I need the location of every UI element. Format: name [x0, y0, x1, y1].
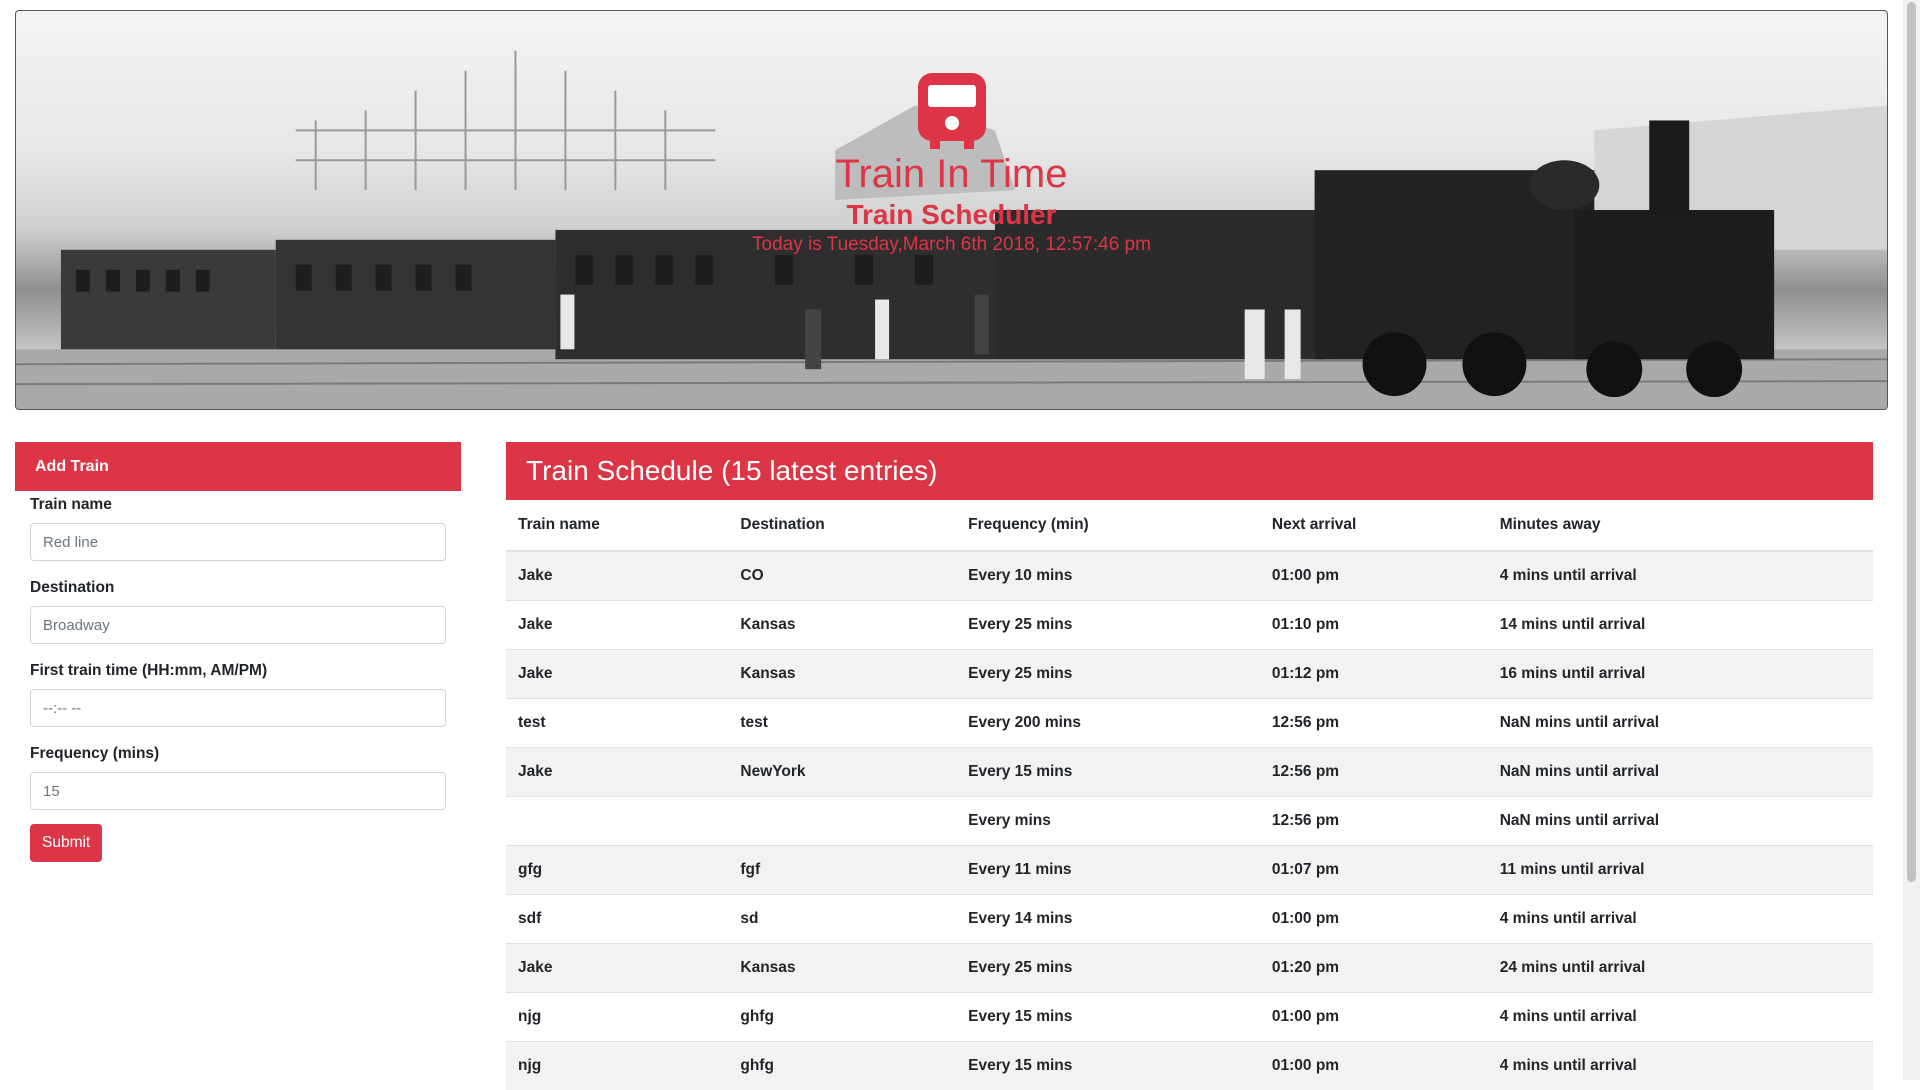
scrollbar-thumb[interactable]	[1907, 2, 1916, 882]
cell-train-name: test	[506, 697, 729, 747]
add-train-form: Train name Destination First train time …	[15, 496, 461, 862]
destination-label: Destination	[30, 579, 115, 596]
cell-minutes-away: NaN mins until arrival	[1487, 795, 1873, 845]
cell-frequency: Every mins	[956, 795, 1260, 845]
cell-destination: CO	[728, 550, 957, 600]
page-subtitle: Train Scheduler	[846, 199, 1057, 230]
cell-destination: test	[728, 697, 957, 747]
cell-destination: ghfg	[728, 991, 957, 1041]
frequency-input[interactable]	[30, 772, 446, 810]
table-row: njg ghfg Every 15 mins 01:00 pm 4 mins u…	[506, 991, 1873, 1041]
cell-next-arrival: 12:56 pm	[1259, 697, 1488, 747]
hero-banner: Train In Time Train Scheduler Today is T…	[15, 10, 1888, 410]
cell-frequency: Every 200 mins	[956, 697, 1260, 747]
cell-next-arrival: 01:10 pm	[1259, 599, 1488, 649]
cell-minutes-away: 14 mins until arrival	[1487, 599, 1873, 649]
table-row: gfg fgf Every 11 mins 01:07 pm 11 mins u…	[506, 844, 1873, 894]
page-title: Train In Time	[835, 152, 1068, 196]
cell-frequency: Every 15 mins	[956, 991, 1260, 1041]
cell-next-arrival: 01:00 pm	[1259, 1040, 1488, 1090]
cell-minutes-away: 4 mins until arrival	[1487, 1040, 1873, 1090]
cell-destination: Kansas	[728, 942, 957, 992]
table-row: Jake Kansas Every 25 mins 01:12 pm 16 mi…	[506, 648, 1873, 698]
column-header-train-name: Train name	[506, 500, 729, 552]
train-name-label: Train name	[30, 496, 112, 513]
hero-content: Train In Time Train Scheduler Today is T…	[16, 71, 1887, 256]
current-date-text: Today is Tuesday,March 6th 2018, 12:57:4…	[752, 233, 1151, 255]
cell-minutes-away: NaN mins until arrival	[1487, 697, 1873, 747]
cell-next-arrival: 12:56 pm	[1259, 746, 1488, 796]
cell-next-arrival: 12:56 pm	[1259, 795, 1488, 845]
cell-destination: sd	[728, 893, 957, 943]
table-row: Jake NewYork Every 15 mins 12:56 pm NaN …	[506, 746, 1873, 796]
cell-frequency: Every 15 mins	[956, 746, 1260, 796]
cell-next-arrival: 01:00 pm	[1259, 991, 1488, 1041]
cell-frequency: Every 10 mins	[956, 550, 1260, 600]
cell-train-name: njg	[506, 991, 729, 1041]
frequency-label: Frequency (mins)	[30, 745, 160, 762]
train-schedule-card: Train Schedule (15 latest entries) Train…	[506, 442, 1873, 1090]
cell-destination: Kansas	[728, 599, 957, 649]
submit-button[interactable]: Submit	[30, 824, 103, 862]
cell-destination: Kansas	[728, 648, 957, 698]
cell-train-name: Jake	[506, 550, 729, 600]
table-row: Jake Kansas Every 25 mins 01:10 pm 14 mi…	[506, 599, 1873, 649]
destination-input[interactable]	[30, 606, 446, 644]
table-row: test test Every 200 mins 12:56 pm NaN mi…	[506, 697, 1873, 747]
cell-next-arrival: 01:00 pm	[1259, 550, 1488, 600]
train-schedule-table: Train name Destination Frequency (min) N…	[506, 500, 1873, 1090]
cell-frequency: Every 14 mins	[956, 893, 1260, 943]
cell-train-name: Jake	[506, 648, 729, 698]
cell-minutes-away: 4 mins until arrival	[1487, 893, 1873, 943]
cell-minutes-away: 16 mins until arrival	[1487, 648, 1873, 698]
cell-train-name	[506, 795, 729, 845]
add-train-header: Add Train	[15, 442, 461, 491]
table-row: Jake Kansas Every 25 mins 01:20 pm 24 mi…	[506, 942, 1873, 992]
column-header-minutes-away: Minutes away	[1487, 500, 1873, 552]
cell-train-name: njg	[506, 1040, 729, 1090]
cell-train-name: gfg	[506, 844, 729, 894]
cell-frequency: Every 25 mins	[956, 599, 1260, 649]
cell-frequency: Every 15 mins	[956, 1040, 1260, 1090]
table-row: Jake CO Every 10 mins 01:00 pm 4 mins un…	[506, 550, 1873, 600]
table-header-row: Train name Destination Frequency (min) N…	[506, 500, 1873, 552]
cell-minutes-away: 24 mins until arrival	[1487, 942, 1873, 992]
cell-frequency: Every 11 mins	[956, 844, 1260, 894]
cell-destination: NewYork	[728, 746, 957, 796]
cell-minutes-away: NaN mins until arrival	[1487, 746, 1873, 796]
page-scrollbar[interactable]	[1903, 0, 1920, 1080]
cell-next-arrival: 01:12 pm	[1259, 648, 1488, 698]
cell-minutes-away: 4 mins until arrival	[1487, 991, 1873, 1041]
cell-train-name: Jake	[506, 746, 729, 796]
first-train-time-input[interactable]	[30, 689, 446, 727]
table-row: Every mins 12:56 pm NaN mins until arriv…	[506, 795, 1873, 845]
cell-frequency: Every 25 mins	[956, 648, 1260, 698]
column-header-destination: Destination	[728, 500, 957, 552]
cell-train-name: sdf	[506, 893, 729, 943]
column-header-frequency: Frequency (min)	[956, 500, 1260, 552]
cell-destination: ghfg	[728, 1040, 957, 1090]
cell-destination: fgf	[728, 844, 957, 894]
cell-frequency: Every 25 mins	[956, 942, 1260, 992]
cell-destination	[728, 795, 957, 845]
table-row: njg ghfg Every 15 mins 01:00 pm 4 mins u…	[506, 1040, 1873, 1090]
train-icon	[917, 73, 986, 149]
train-schedule-header: Train Schedule (15 latest entries)	[506, 442, 1873, 500]
train-name-input[interactable]	[30, 523, 446, 561]
cell-minutes-away: 11 mins until arrival	[1487, 844, 1873, 894]
cell-train-name: Jake	[506, 942, 729, 992]
cell-next-arrival: 01:20 pm	[1259, 942, 1488, 992]
cell-next-arrival: 01:07 pm	[1259, 844, 1488, 894]
cell-minutes-away: 4 mins until arrival	[1487, 550, 1873, 600]
cell-next-arrival: 01:00 pm	[1259, 893, 1488, 943]
first-train-time-label: First train time (HH:mm, AM/PM)	[30, 662, 268, 679]
table-row: sdf sd Every 14 mins 01:00 pm 4 mins unt…	[506, 893, 1873, 943]
add-train-card: Add Train Train name Destination First t…	[15, 442, 461, 862]
cell-train-name: Jake	[506, 599, 729, 649]
column-header-next-arrival: Next arrival	[1259, 500, 1488, 552]
